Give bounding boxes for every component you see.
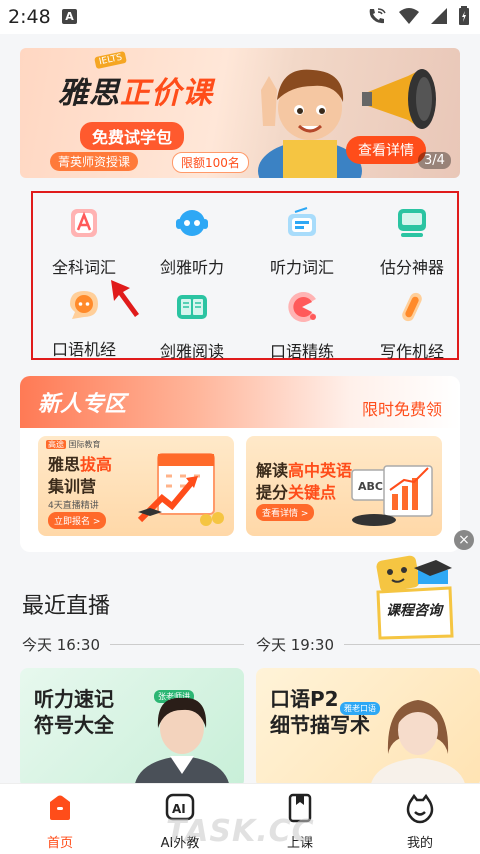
abc-chart-illustration: ABC (351, 465, 433, 526)
chat-bubble-icon (70, 291, 98, 319)
open-book-icon (177, 295, 207, 319)
grid-item-label: 剑雅听力 (159, 258, 224, 277)
grid-item-speaking-practice[interactable]: 口语精练 (252, 290, 352, 362)
card-title: 解读高中英语 提分关键点 (256, 461, 353, 502)
close-float-button[interactable]: × (454, 530, 474, 550)
grid-item-listening-vocab[interactable]: 听力词汇 (252, 206, 352, 278)
banner-title-part1: 雅思 (58, 76, 120, 111)
watermark: TASK.CC (166, 814, 315, 849)
view-detail-button[interactable]: 查看详情 > (256, 504, 315, 521)
home-icon (50, 795, 70, 820)
banner-subtitle: 免费试学包 (80, 122, 185, 150)
megaphone-illustration (362, 69, 436, 129)
live-card-title: 听力速记 符号大全 (34, 687, 114, 737)
grid-item-label: 口语机经 (51, 340, 116, 359)
pen-icon (402, 292, 422, 322)
grid-item-cambridge-listening[interactable]: 剑雅听力 (142, 206, 242, 278)
live-time-1: 今天 16:30 (22, 636, 100, 654)
teacher-photo (370, 700, 466, 788)
grid-item-score-estimator[interactable]: 估分神器 (362, 206, 462, 278)
grid-item-label: 估分神器 (379, 258, 444, 277)
newcomer-card-ielts-camp[interactable]: 高途 国际教育 雅思拔高 集训营 4天直播精讲 立即报名 > (38, 436, 234, 536)
calendar-chart-illustration (137, 453, 224, 526)
grid-item-label: 口语精练 (269, 342, 334, 361)
grid-item-label: 听力词汇 (269, 258, 334, 277)
card-brand: 高途 国际教育 (46, 440, 101, 449)
live-time-2: 今天 19:30 (256, 636, 334, 654)
banner-pager: 3/4 (418, 152, 451, 169)
headphone-robot-icon (176, 210, 208, 236)
newcomer-free-label: 限时免费领 (361, 400, 442, 419)
profile-icon (406, 793, 434, 824)
newcomer-section: 新人专区 限时免费领 高途 国际教育 雅思拔高 集训营 4天直播精讲 立即报名 … (20, 376, 460, 552)
grid-item-cambridge-reading[interactable]: 剑雅阅读 (142, 290, 242, 362)
live-section-title: 最近直播 (22, 594, 111, 619)
pacman-icon (288, 292, 316, 322)
card-subtitle: 4天直播精讲 (48, 501, 99, 511)
nav-label: 我的 (406, 836, 433, 851)
promo-banner[interactable]: IELTS 雅思正价课 免费试学包 菁英师资授课 限额100名 查看详情 3/4 (20, 48, 460, 178)
grid-item-writing-bank[interactable]: 写作机经 (362, 290, 462, 362)
banner-limit-label: 限额100名 (172, 152, 249, 173)
svg-text:ABC: ABC (358, 480, 383, 493)
card-title: 雅思拔高 集训营 (48, 455, 113, 496)
banner-teacher-label: 菁英师资授课 (50, 152, 139, 171)
live-time-tabs: 今天 16:30 今天 19:30 (0, 634, 480, 658)
banner-detail-button[interactable]: 查看详情 (346, 136, 426, 164)
ielts-tag: IELTS (94, 50, 128, 70)
newcomer-title: 新人专区 (38, 392, 127, 417)
live-card-listening[interactable]: 听力速记 符号大全 张老师讲 (20, 668, 244, 788)
banner-title: 雅思正价课 (58, 68, 213, 112)
cartoon-boy-illustration (258, 69, 362, 178)
grid-item-label: 写作机经 (379, 342, 444, 361)
status-bar: 2:48 A (0, 0, 480, 34)
letter-a-icon (71, 209, 97, 237)
course-consult-float[interactable] (370, 552, 456, 640)
grid-item-label: 全科词汇 (51, 258, 116, 277)
wifi-icon (399, 8, 419, 24)
red-pointer-arrow (111, 280, 139, 317)
radio-icon (288, 207, 316, 236)
banner-title-part2: 正价课 (120, 76, 213, 111)
signup-button[interactable]: 立即报名 > (48, 512, 107, 529)
notification-a-icon: A (62, 9, 77, 24)
nav-label: 首页 (46, 836, 73, 851)
live-divider (110, 644, 244, 645)
grid-item-all-vocab[interactable]: 全科词汇 (34, 206, 134, 278)
nav-home[interactable]: 首页 (0, 792, 120, 851)
status-time: 2:48 (8, 6, 51, 28)
status-icons (366, 6, 470, 26)
live-card-speaking[interactable]: 口语P2 细节描写术 雅老口语 (256, 668, 480, 788)
nav-profile[interactable]: 我的 (360, 792, 480, 851)
grid-item-label: 剑雅阅读 (159, 342, 224, 361)
newcomer-card-highschool-english[interactable]: 解读高中英语 提分关键点 查看详情 > ABC (246, 436, 442, 536)
monitor-icon (398, 209, 426, 237)
teacher-photo (134, 697, 230, 788)
course-consult-label[interactable]: 课程咨询 (378, 600, 450, 620)
live-divider (344, 644, 480, 645)
phone-wifi-icon (369, 8, 386, 24)
battery-icon (459, 6, 469, 25)
signal-icon (431, 8, 447, 24)
